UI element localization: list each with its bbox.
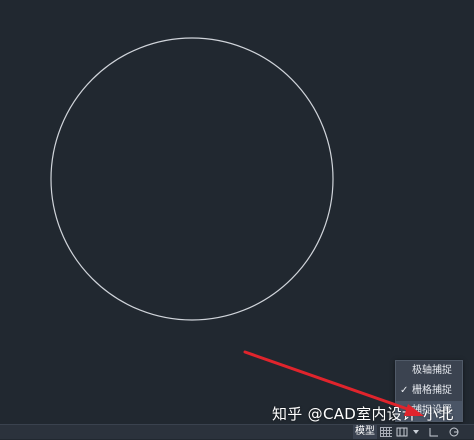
snap-svg	[396, 427, 408, 437]
ortho-icon[interactable]	[428, 427, 440, 437]
checkmark-icon: ✓	[400, 385, 409, 396]
grid-icon[interactable]	[380, 427, 392, 437]
watermark: 知乎 @CAD室内设计-小北	[272, 405, 454, 423]
drawn-circle[interactable]	[50, 37, 334, 321]
polar-icon[interactable]	[448, 427, 460, 437]
dropdown-svg	[413, 430, 419, 434]
polar-svg	[449, 427, 459, 437]
dropdown-arrow-icon[interactable]	[410, 427, 422, 437]
menu-item-label: 极轴捕捉	[412, 365, 452, 376]
menu-item-label: 栅格捕捉	[412, 385, 452, 396]
ortho-svg	[429, 428, 438, 437]
snap-icon[interactable]	[396, 427, 408, 437]
menu-item-polar-snap[interactable]: 极轴捕捉	[396, 361, 462, 381]
status-bar: 模型	[0, 424, 474, 439]
menu-item-grid-snap[interactable]: ✓ 栅格捕捉	[396, 381, 462, 401]
model-tab[interactable]: 模型	[353, 425, 377, 439]
